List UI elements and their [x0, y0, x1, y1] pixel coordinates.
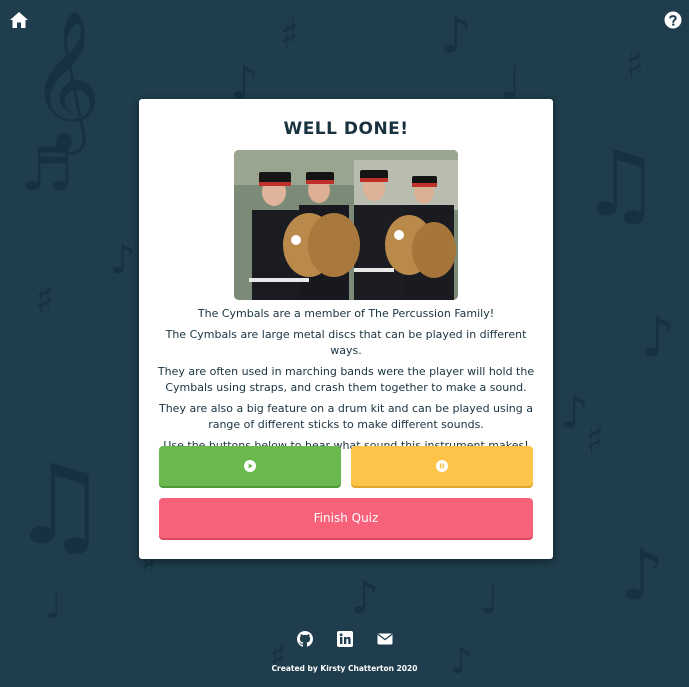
sharp-icon: ♯ [280, 12, 300, 58]
finish-quiz-button[interactable]: Finish Quiz [159, 498, 533, 538]
play-circle-icon [244, 460, 256, 472]
description-paragraph: They are also a big feature on a drum ki… [158, 402, 533, 431]
home-icon[interactable] [9, 10, 29, 30]
pause-sound-button[interactable] [351, 446, 533, 486]
treble-clef-icon: 𝄞 [30, 10, 101, 149]
instrument-description: The Cymbals are a member of The Percussi… [153, 306, 539, 459]
question-circle-icon[interactable] [663, 10, 683, 30]
result-title: WELL DONE! [283, 119, 409, 139]
eighth-note-icon: ♪ [640, 305, 676, 369]
eighth-note-icon: ♪ [560, 386, 589, 439]
sharp-icon: ♯ [35, 277, 55, 323]
beamed-notes-icon: ♫ [10, 441, 109, 569]
eighth-note-icon: ♪ [350, 571, 379, 624]
eighth-note-icon: ♩ [45, 587, 62, 627]
eighth-note-icon: ♩ [480, 577, 499, 623]
beamed-notes-icon: ♫ [580, 132, 661, 237]
credit-text: Created by Kirsty Chatterton 2020 [271, 664, 418, 673]
eighth-note-icon: ♪ [110, 237, 136, 283]
description-paragraph: The Cymbals are large metal discs that c… [165, 328, 527, 357]
result-card: WELL DONE! The Cymbals are a member of T… [139, 99, 553, 559]
description-paragraph: They are often used in marching bands we… [157, 365, 535, 394]
pause-circle-icon [436, 460, 448, 472]
play-sound-button[interactable] [159, 446, 341, 486]
linkedin-icon[interactable] [336, 631, 354, 647]
eighth-note-icon: ♪ [620, 534, 665, 616]
sharp-icon: ♯ [625, 42, 645, 88]
social-links [0, 631, 689, 647]
eighth-note-icon: ♪ [450, 642, 473, 682]
description-paragraph: The Cymbals are a member of The Percussi… [197, 307, 495, 320]
beamed-notes-icon: ♬ [20, 135, 74, 205]
envelope-icon[interactable] [376, 631, 394, 647]
cymbals-players-photo [234, 150, 458, 300]
eighth-note-icon: ♪ [440, 6, 472, 64]
github-icon[interactable] [296, 631, 314, 647]
sharp-icon: ♯ [585, 417, 605, 463]
